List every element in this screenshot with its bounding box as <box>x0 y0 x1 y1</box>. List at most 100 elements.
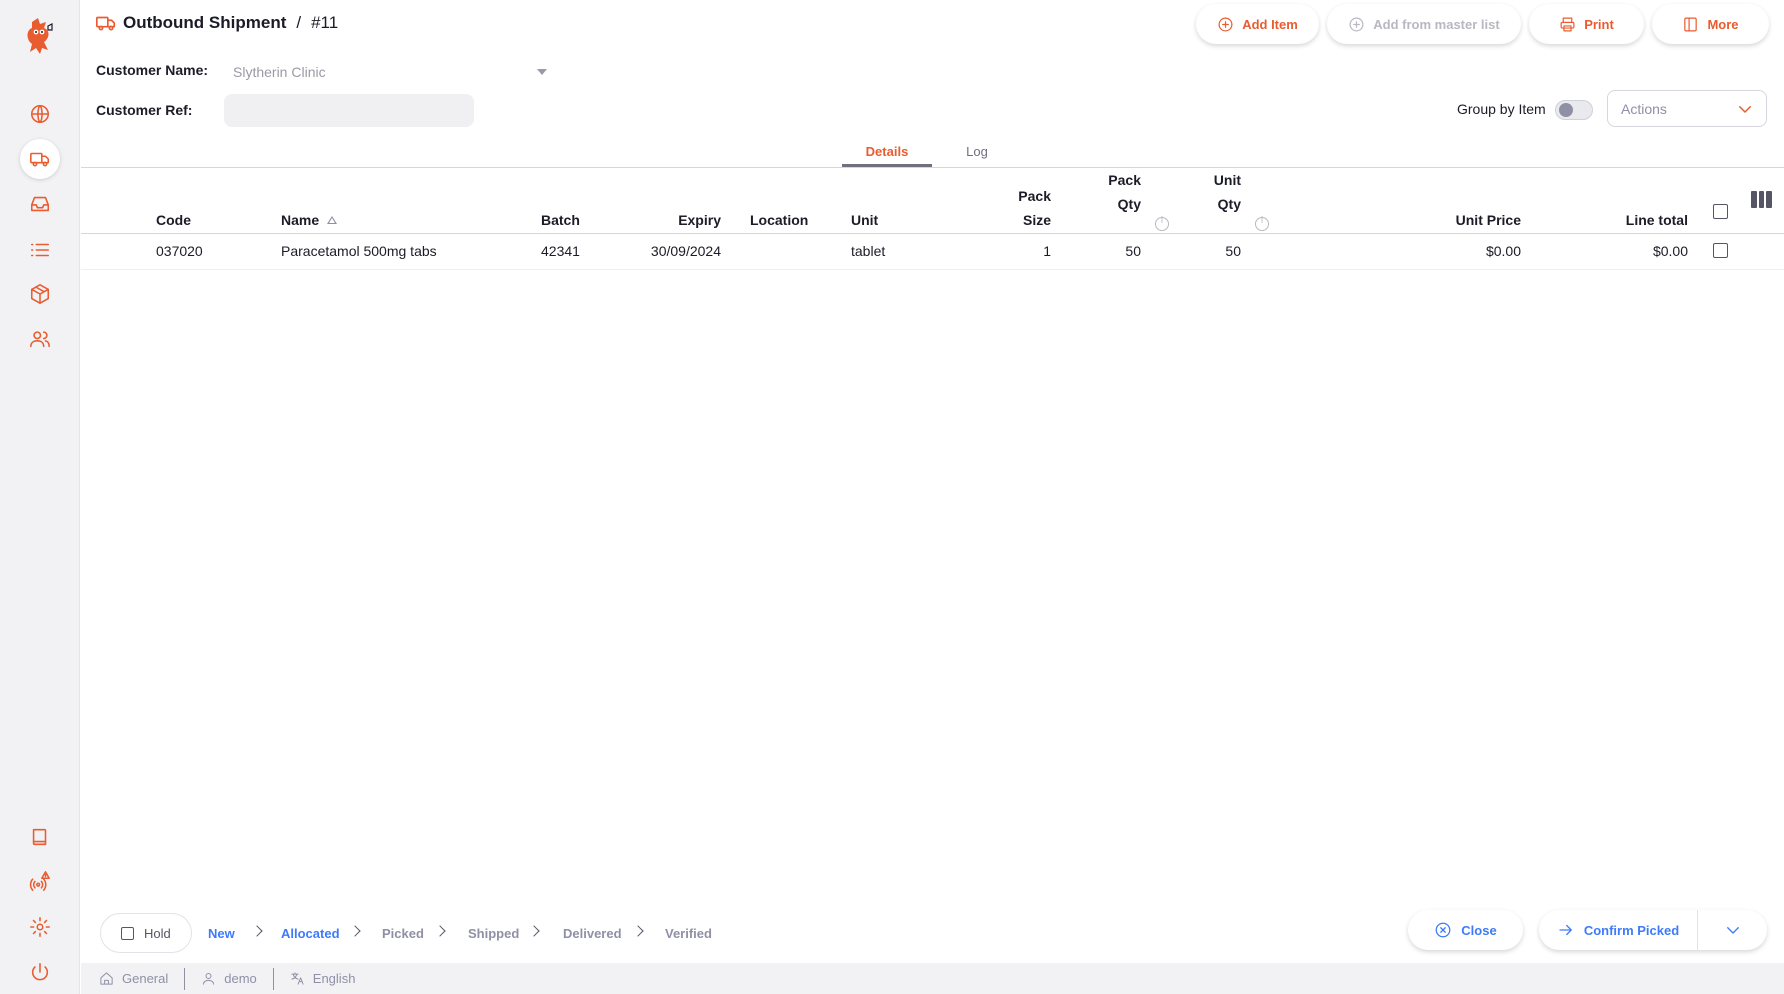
plus-circle-icon <box>1218 17 1233 31</box>
cell-pack-qty: 50 <box>1125 243 1141 259</box>
home-icon <box>100 972 113 985</box>
sidebar-item-sync[interactable] <box>20 861 60 901</box>
sidebar-item-replenishment[interactable] <box>20 184 60 224</box>
divider <box>184 967 186 990</box>
tab-active-indicator <box>842 164 932 167</box>
sidebar-panel-icon <box>1684 17 1698 31</box>
cell-unit-qty: 50 <box>1225 243 1241 259</box>
page-title[interactable]: Outbound Shipment <box>123 13 286 33</box>
sort-ascending-icon <box>327 216 338 224</box>
box-icon <box>30 284 50 304</box>
column-header-unit-price[interactable]: Unit Price <box>1331 208 1521 232</box>
sidebar-item-logout[interactable] <box>20 952 60 992</box>
column-header-pack-qty[interactable]: Pack Qty <box>1091 168 1141 216</box>
tabs-divider <box>81 167 1784 168</box>
arrow-right-icon <box>1559 924 1572 936</box>
group-by-item-toggle[interactable] <box>1555 100 1593 120</box>
confirm-picked-label: Confirm Picked <box>1583 922 1680 938</box>
chevron-right-icon <box>349 925 361 937</box>
store-indicator[interactable]: General <box>99 968 184 990</box>
main-content: Outbound Shipment / #11 Add Item Add fro… <box>81 0 1784 994</box>
print-label: Print <box>1584 16 1614 32</box>
actions-select[interactable]: Actions <box>1607 90 1767 127</box>
chevron-right-icon <box>251 925 263 937</box>
sidebar-item-catalogue[interactable] <box>20 230 60 270</box>
tab-log[interactable]: Log <box>932 144 1022 159</box>
cell-pack-size: 1 <box>1043 243 1051 259</box>
app-root: Outbound Shipment / #11 Add Item Add fro… <box>0 0 1784 994</box>
column-header-batch[interactable]: Batch <box>541 208 580 232</box>
hold-label: Hold <box>144 925 171 941</box>
table-row[interactable]: 037020 Paracetamol 500mg tabs 42341 30/0… <box>81 234 1784 270</box>
cell-expiry: 30/09/2024 <box>650 243 721 259</box>
language-indicator[interactable]: English <box>290 968 372 990</box>
caret-down-icon <box>537 69 547 75</box>
column-picker-icon[interactable] <box>1751 191 1773 208</box>
status-step-picked: Picked <box>382 926 424 941</box>
sidebar-item-settings[interactable] <box>20 907 60 947</box>
column-header-code[interactable]: Code <box>156 208 191 232</box>
column-header-unit[interactable]: Unit <box>851 208 878 232</box>
sidebar-item-dispensary[interactable] <box>20 319 60 359</box>
divider <box>272 967 274 990</box>
info-icon[interactable] <box>1255 216 1269 231</box>
globe-icon <box>30 104 50 124</box>
actions-placeholder: Actions <box>1621 100 1667 117</box>
column-header-location[interactable]: Location <box>750 208 808 232</box>
inbox-icon <box>30 196 50 212</box>
print-button[interactable]: Print <box>1529 4 1644 44</box>
group-by-item-label: Group by Item <box>1457 101 1546 117</box>
customer-name-label: Customer Name: <box>96 62 209 78</box>
column-header-name[interactable]: Name <box>281 208 338 232</box>
tab-details[interactable]: Details <box>842 144 932 159</box>
truck-icon <box>30 152 50 167</box>
user-indicator[interactable]: demo <box>201 968 273 990</box>
confirm-picked-button[interactable]: Confirm Picked <box>1539 910 1697 950</box>
plus-circle-icon <box>1349 17 1364 31</box>
hold-checkbox[interactable] <box>121 926 134 940</box>
chevron-right-icon <box>528 925 540 937</box>
chevron-right-icon <box>632 925 644 937</box>
status-step-new: New <box>208 926 235 941</box>
customer-ref-input[interactable] <box>224 94 474 127</box>
close-button[interactable]: Close <box>1408 910 1523 950</box>
sync-alert-icon <box>29 871 50 891</box>
chevron-down-icon <box>1739 105 1751 113</box>
list-icon <box>30 243 50 257</box>
cell-batch: 42341 <box>541 243 580 259</box>
printer-icon <box>1560 17 1575 31</box>
owl-logo-icon[interactable] <box>22 16 58 58</box>
row-checkbox[interactable] <box>1713 243 1728 258</box>
column-header-expiry[interactable]: Expiry <box>641 208 721 232</box>
pack-size-line1: Pack <box>1018 188 1051 204</box>
customer-name-select[interactable]: Slytherin Clinic <box>231 58 553 86</box>
toggle-knob <box>1559 103 1573 117</box>
user-name: demo <box>224 971 257 986</box>
select-all-checkbox[interactable] <box>1713 204 1728 219</box>
translate-icon <box>291 972 304 985</box>
add-item-label: Add Item <box>1242 16 1298 32</box>
status-step-delivered: Delivered <box>563 926 622 941</box>
add-item-button[interactable]: Add Item <box>1196 4 1319 44</box>
sidebar-item-distribution[interactable] <box>20 139 60 179</box>
sidebar-item-dashboard[interactable] <box>20 94 60 134</box>
users-icon <box>30 331 50 348</box>
cell-code: 037020 <box>156 243 203 259</box>
column-header-pack-size[interactable]: Pack Size <box>1001 184 1051 232</box>
customer-name-value: Slytherin Clinic <box>233 64 326 80</box>
breadcrumb-separator: / <box>296 13 302 32</box>
sidebar-item-docs[interactable] <box>20 817 60 857</box>
column-header-line-total[interactable]: Line total <box>1531 208 1688 232</box>
column-header-unit-qty[interactable]: Unit Qty <box>1191 168 1241 216</box>
sidebar <box>0 0 80 994</box>
power-icon <box>31 962 49 981</box>
sidebar-item-inventory[interactable] <box>20 274 60 314</box>
more-button[interactable]: More <box>1652 4 1769 44</box>
confirm-options-dropdown[interactable] <box>1698 910 1767 950</box>
hold-toggle[interactable]: Hold <box>100 913 192 953</box>
info-icon[interactable] <box>1155 216 1169 231</box>
book-icon <box>32 828 47 846</box>
chevron-right-icon <box>434 925 446 937</box>
customer-ref-label: Customer Ref: <box>96 102 193 118</box>
add-from-master-list-button[interactable]: Add from master list <box>1327 4 1521 44</box>
